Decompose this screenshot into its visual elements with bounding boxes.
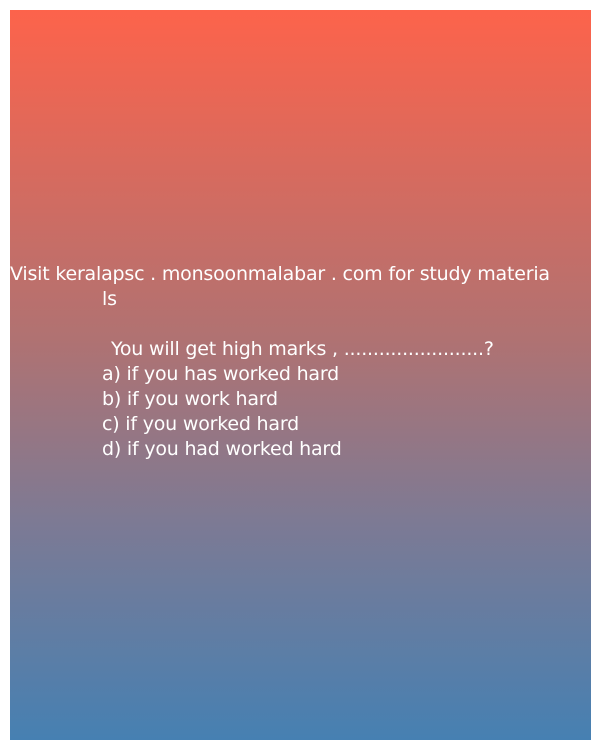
option-d: d) if you had worked hard xyxy=(102,438,342,460)
option-b: b) if you work hard xyxy=(102,388,278,410)
option-a: a) if you has worked hard xyxy=(102,363,339,385)
header-line-2: ls xyxy=(102,288,117,310)
header-line-1: Visit keralapsc . monsoonmalabar . com f… xyxy=(10,263,550,285)
content-block: Visit keralapsc . monsoonmalabar . com f… xyxy=(10,262,591,462)
question-text: You will get high marks , ..............… xyxy=(111,338,494,360)
gradient-card: Visit keralapsc . monsoonmalabar . com f… xyxy=(10,10,591,740)
option-c: c) if you worked hard xyxy=(102,413,299,435)
